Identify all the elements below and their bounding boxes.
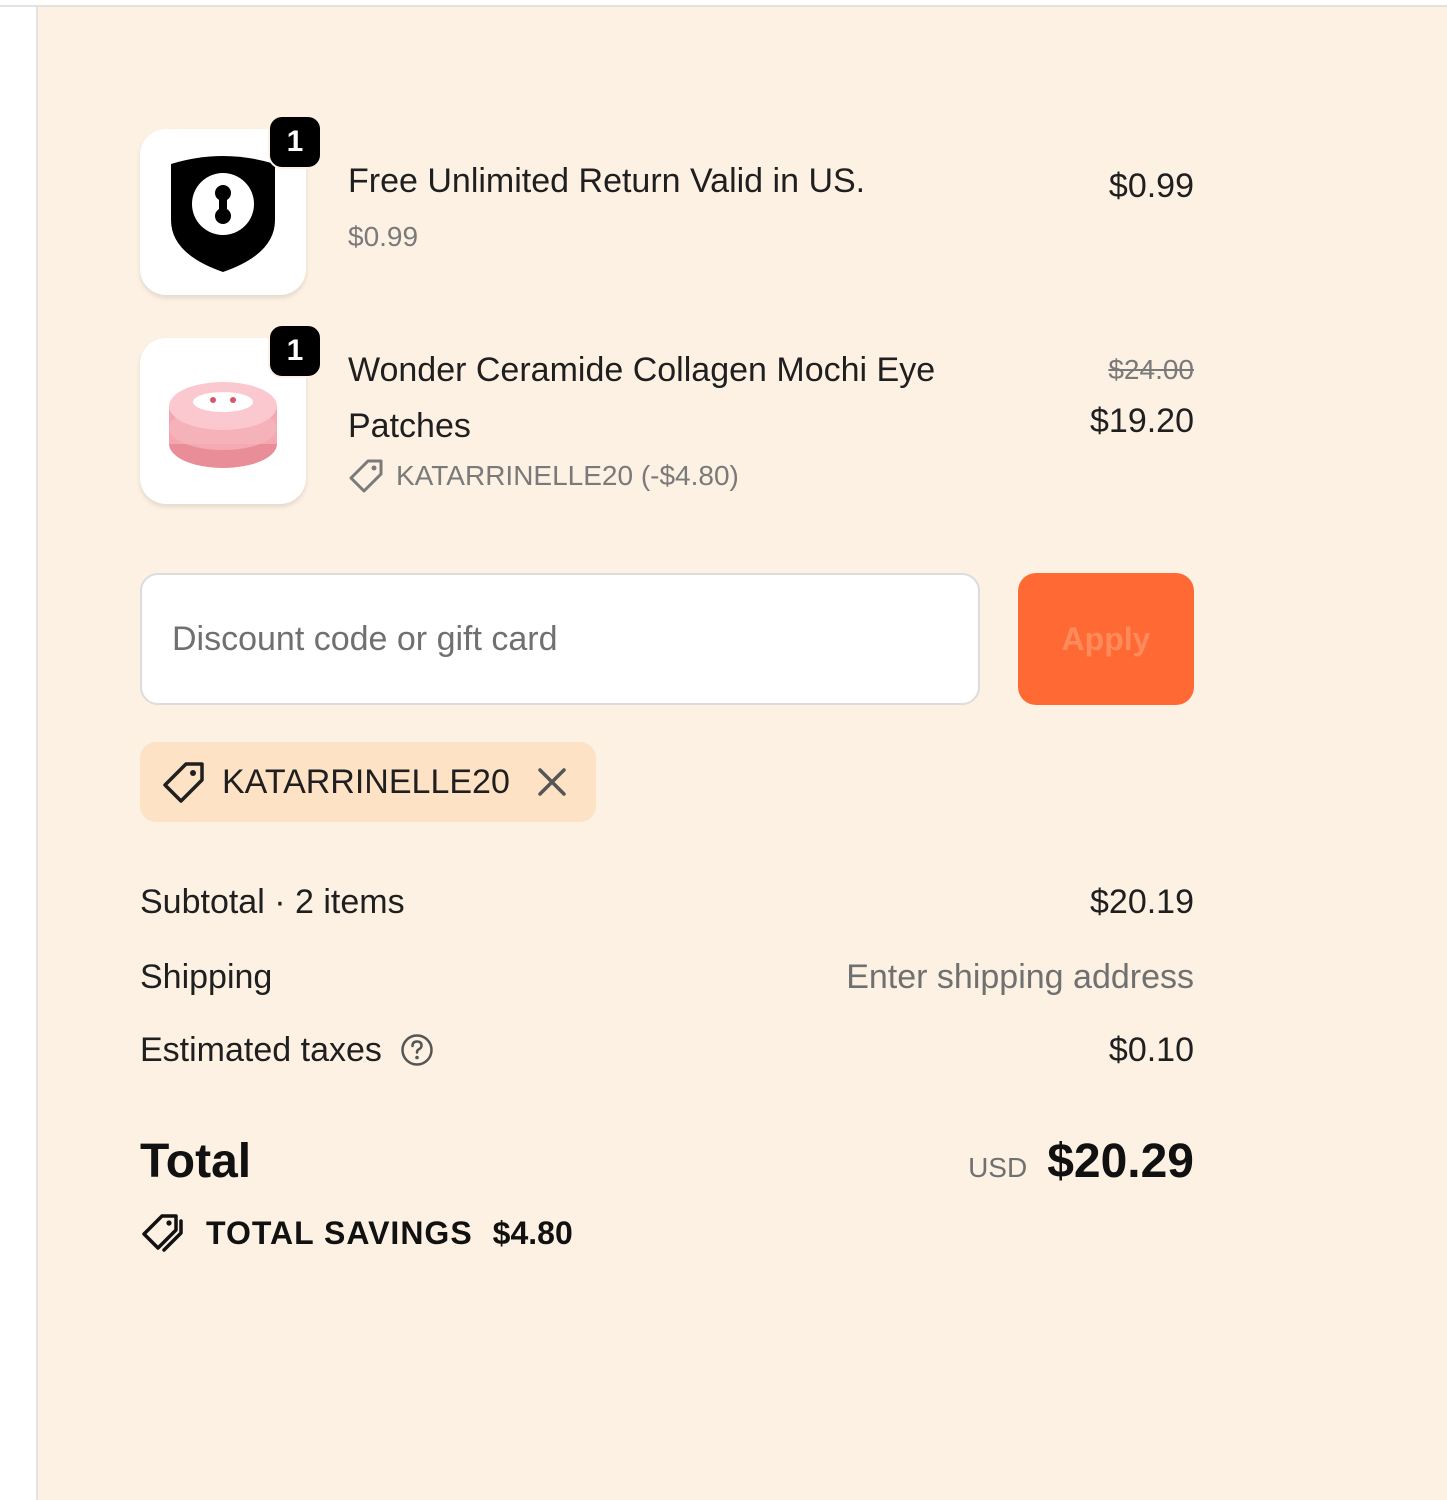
taxes-label: Estimated taxes — [140, 1025, 434, 1075]
item-name: Free Unlimited Return Valid in US. — [348, 162, 866, 200]
subtotal-label-text: Subtotal · 2 items — [140, 883, 405, 921]
product-thumbnail: 1 — [140, 115, 322, 295]
taxes-label-text: Estimated taxes — [140, 1031, 382, 1069]
tag-icon — [349, 459, 383, 493]
tags-icon — [142, 1214, 183, 1252]
main-pane-edge — [0, 7, 38, 1500]
quantity-badge: 1 — [268, 115, 322, 169]
total-savings: TOTAL SAVINGS $4.80 — [140, 1213, 573, 1253]
checkout-page: 1 Free Unlimited Return Valid in US. $0.… — [0, 0, 1447, 1500]
savings-label: TOTAL SAVINGS — [206, 1214, 473, 1251]
top-divider — [0, 0, 1447, 7]
taxes-row: Estimated taxes $0.10 — [140, 1025, 1194, 1075]
shipping-value: Enter shipping address — [846, 958, 1194, 996]
close-icon — [538, 768, 566, 796]
apply-discount-button[interactable]: Apply — [1018, 573, 1194, 705]
order-summary-panel: 1 Free Unlimited Return Valid in US. $0.… — [38, 7, 1447, 1500]
product-thumbnail: 1 — [140, 324, 322, 504]
subtotal-row: Subtotal · 2 items $20.19 — [140, 877, 1194, 927]
total-label: Total — [140, 1135, 252, 1188]
remove-code-button[interactable] — [532, 762, 572, 802]
currency-code: USD — [968, 1152, 1028, 1183]
shipping-label: Shipping — [140, 952, 272, 1002]
item-original-price: $24.00 — [1108, 354, 1194, 385]
line-item-eye-patches: 1 Wonder Ceramide Collagen Mochi Eye Pat… — [140, 324, 1194, 528]
tag-icon — [163, 762, 204, 803]
item-discount-text: KATARRINELLE20 (-$4.80) — [396, 460, 739, 491]
applied-code-label: KATARRINELLE20 — [222, 762, 510, 801]
applied-discount-chip: KATARRINELLE20 — [140, 742, 596, 822]
item-name: Wonder Ceramide Collagen Mochi Eye Patch… — [348, 351, 936, 445]
subtotal-label: Subtotal · 2 items — [140, 877, 405, 927]
quantity-badge: 1 — [268, 324, 322, 378]
discount-code-input[interactable] — [140, 573, 980, 705]
total-value: $20.29 — [1047, 1135, 1194, 1188]
eye-patch-jar-image — [169, 382, 277, 468]
shield-lock-icon — [171, 156, 275, 272]
item-price: $0.99 — [1108, 167, 1194, 205]
item-unit-price: $0.99 — [348, 221, 419, 252]
total-amount: USD $20.29 — [968, 1127, 1194, 1203]
subtotal-value: $20.19 — [1090, 883, 1194, 921]
item-discount: KATARRINELLE20 (-$4.80) — [348, 458, 739, 494]
shipping-label-text: Shipping — [140, 958, 273, 996]
item-price: $19.20 — [1090, 402, 1194, 440]
taxes-value: $0.10 — [1108, 1031, 1194, 1069]
line-item-return-protection: 1 Free Unlimited Return Valid in US. $0.… — [140, 115, 1194, 299]
savings-value: $4.80 — [492, 1214, 573, 1251]
shipping-row: Shipping Enter shipping address — [140, 952, 1194, 1002]
help-icon[interactable] — [400, 1033, 434, 1067]
